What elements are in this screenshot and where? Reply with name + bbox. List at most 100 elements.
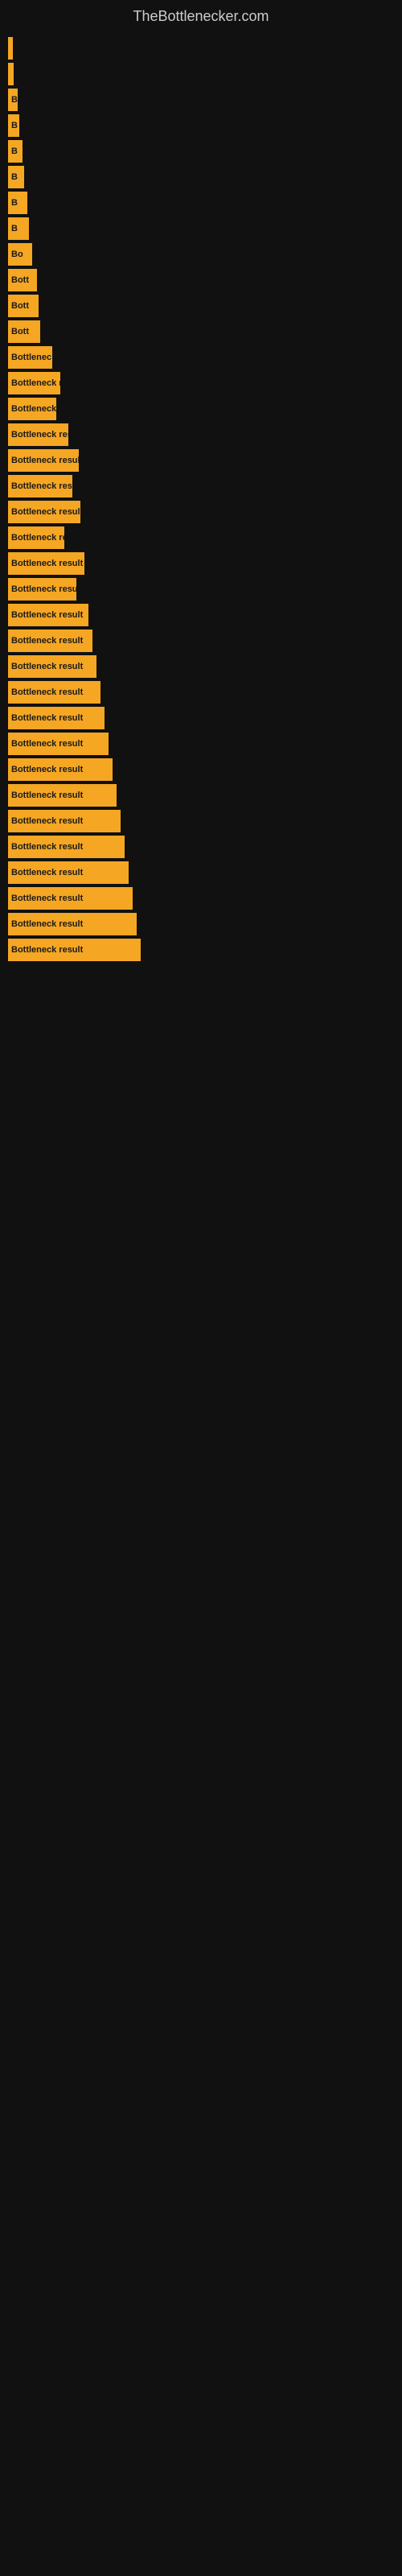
bar-row: Bottleneck result (8, 887, 402, 910)
bar-item: B (8, 89, 18, 111)
bar-row: Bott (8, 295, 402, 317)
bar-item: Bottleneck result (8, 913, 137, 935)
bar-row: Bottleneck re (8, 372, 402, 394)
bar-row: Bottleneck result (8, 784, 402, 807)
bar-row: Bottleneck result (8, 449, 402, 472)
bar-item: Bottleneck re (8, 372, 60, 394)
bar-label: B (11, 172, 18, 182)
bar-label: Bottleneck result (11, 816, 83, 826)
bar-item: Bottleneck result (8, 604, 88, 626)
bar-row: Bottleneck result (8, 501, 402, 523)
bar-label: Bottleneck re (11, 378, 60, 388)
bar-label: Bottleneck resu (11, 481, 72, 491)
bar-label: Bottleneck result (11, 842, 83, 852)
bar-label: Bottleneck result (11, 507, 80, 517)
bar-label: Bottleneck result (11, 610, 83, 620)
bar-item: Bottleneck result (8, 784, 117, 807)
bar-item: Bo (8, 243, 32, 266)
bar-row: Bottleneck result (8, 552, 402, 575)
bar-row: Bott (8, 320, 402, 343)
bar-label: Bottleneck result (11, 559, 83, 568)
bar-label: Bott (11, 327, 29, 336)
bar-row: Bottleneck resu (8, 475, 402, 497)
bar-row: B (8, 114, 402, 137)
bar-row: Bottlenec (8, 346, 402, 369)
bar-row: Bo (8, 243, 402, 266)
page-container: TheBottlenecker.com B B B B B B Bo Bott Bott Bott… (0, 0, 402, 2576)
bar-label: Bott (11, 275, 29, 285)
bar-item: Bottleneck result (8, 707, 105, 729)
bar-row: B (8, 140, 402, 163)
bar-row: Bottleneck result (8, 655, 402, 678)
bar-label: Bottleneck result (11, 687, 83, 697)
bar-label: Bottleneck result (11, 945, 83, 955)
bar-label: Bottleneck result (11, 919, 83, 929)
bar-label: B (11, 147, 18, 156)
bar-label: Bottleneck result (11, 765, 83, 774)
bar-label: Bottleneck result (11, 739, 83, 749)
bar-item: Bottleneck result (8, 681, 100, 704)
bar-item: B (8, 166, 24, 188)
bar-item: Bottleneck resu (8, 423, 68, 446)
bar-label: Bottleneck (11, 404, 56, 414)
bar-row: B (8, 192, 402, 214)
bars-container: B B B B B B Bo Bott Bott Bott Bottlenec Bottleneck … (0, 29, 402, 2573)
bar-label: Bottleneck result (11, 662, 83, 671)
bar-item: Bott (8, 295, 39, 317)
bar-row: B (8, 217, 402, 240)
bar-item: Bottleneck resu (8, 578, 76, 601)
bar-label: B (11, 121, 18, 130)
bar-label: Bottleneck result (11, 456, 79, 465)
bar-row: Bottleneck result (8, 758, 402, 781)
bar-item (8, 63, 14, 85)
bar-label: Bottleneck resu (11, 430, 68, 440)
bar-label: Bottleneck result (11, 713, 83, 723)
bar-item: Bottleneck result (8, 552, 84, 575)
bar-row: Bottleneck (8, 398, 402, 420)
bar-label: Bottleneck resu (11, 584, 76, 594)
bar-row: Bottleneck result (8, 604, 402, 626)
bar-row: Bottleneck result (8, 707, 402, 729)
bar-row: Bottleneck re (8, 526, 402, 549)
bar-label: B (11, 198, 18, 208)
bar-row: Bottleneck result (8, 861, 402, 884)
bar-item: Bott (8, 320, 40, 343)
bar-row: B (8, 89, 402, 111)
bar-item: Bottleneck result (8, 501, 80, 523)
bar-item (8, 37, 13, 60)
bar-item: Bottleneck result (8, 733, 109, 755)
bar-item: B (8, 140, 23, 163)
bar-label: Bottlenec (11, 353, 51, 362)
bar-label: Bottleneck re (11, 533, 64, 543)
bar-item: Bottleneck result (8, 836, 125, 858)
bar-item: Bott (8, 269, 37, 291)
bar-item: Bottleneck result (8, 939, 141, 961)
bar-row (8, 63, 402, 85)
bar-label: Bottleneck result (11, 636, 83, 646)
bar-label: B (11, 224, 18, 233)
bar-row: Bott (8, 269, 402, 291)
bar-row: Bottleneck result (8, 939, 402, 961)
bar-item: Bottleneck result (8, 758, 113, 781)
bar-item: Bottleneck result (8, 449, 79, 472)
bar-item: Bottleneck re (8, 526, 64, 549)
bar-label: Bottleneck result (11, 791, 83, 800)
site-title: TheBottlenecker.com (0, 0, 402, 29)
bar-row: Bottleneck result (8, 913, 402, 935)
bar-label: Bo (11, 250, 23, 259)
bar-item: Bottleneck result (8, 655, 96, 678)
bar-label: Bottleneck result (11, 868, 83, 877)
bar-label: Bottleneck result (11, 894, 83, 903)
bar-item: Bottleneck result (8, 630, 92, 652)
bar-item: B (8, 114, 19, 137)
bar-row (8, 37, 402, 60)
bar-row: Bottleneck result (8, 836, 402, 858)
bar-row: Bottleneck resu (8, 578, 402, 601)
bar-item: Bottleneck result (8, 887, 133, 910)
bar-row: Bottleneck resu (8, 423, 402, 446)
bar-row: Bottleneck result (8, 733, 402, 755)
bar-item: Bottlenec (8, 346, 52, 369)
bar-label: Bott (11, 301, 29, 311)
bar-item: B (8, 217, 29, 240)
bar-row: Bottleneck result (8, 630, 402, 652)
